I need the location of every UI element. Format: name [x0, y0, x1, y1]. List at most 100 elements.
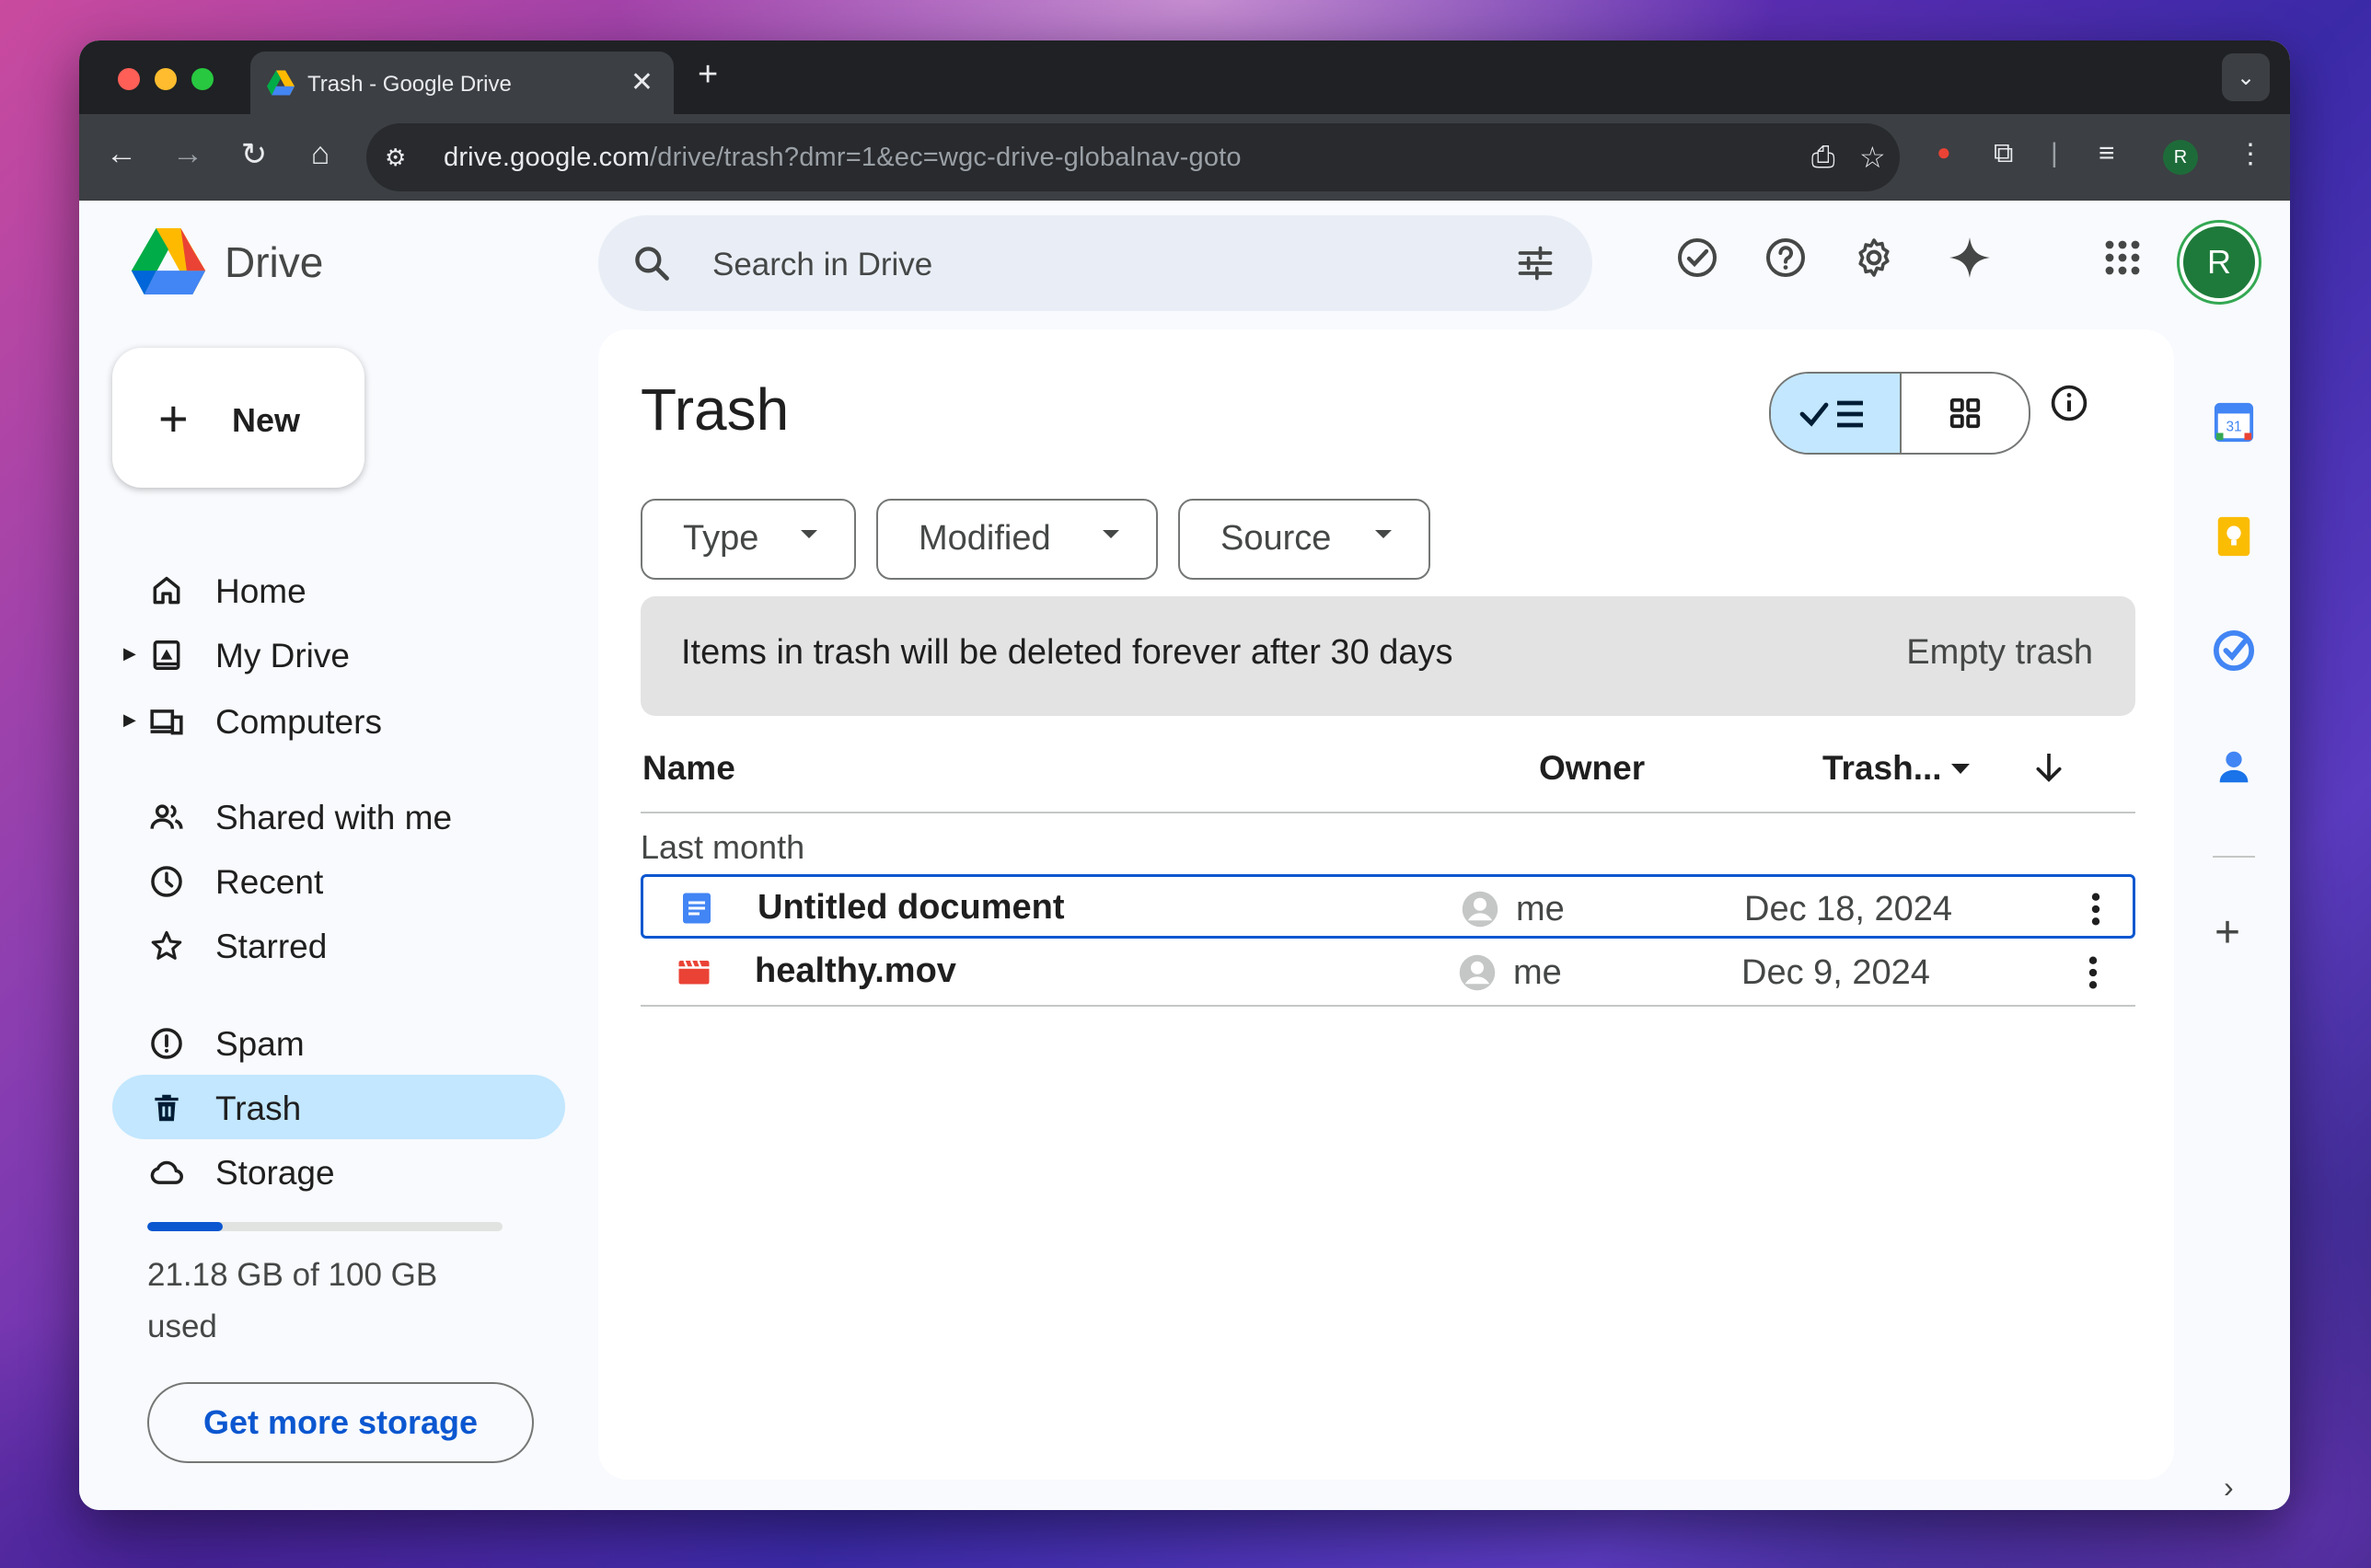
site-info-icon[interactable]: ⚙: [385, 144, 406, 172]
forward-icon[interactable]: →: [166, 136, 210, 172]
bookmark-star-icon[interactable]: ☆: [1859, 140, 1886, 175]
apps-grid-icon[interactable]: [2100, 236, 2145, 280]
sidebar-item-label: Trash: [215, 1090, 302, 1127]
computers-icon: [150, 709, 183, 735]
table-row[interactable]: Untitled document me Dec 18, 2024: [641, 874, 2135, 939]
type-filter-chip[interactable]: Type: [641, 499, 856, 580]
drive-brand[interactable]: Drive: [225, 237, 323, 287]
minimize-window-button[interactable]: [155, 68, 177, 90]
empty-trash-button[interactable]: Empty trash: [1906, 633, 2093, 673]
column-header-name[interactable]: Name: [642, 749, 735, 788]
help-icon[interactable]: [1764, 236, 1808, 280]
browser-menu-icon[interactable]: ⋮: [2237, 138, 2264, 170]
hide-side-panel-chevron-icon[interactable]: ›: [2224, 1470, 2234, 1505]
sidebar-item-starred[interactable]: Starred: [112, 913, 565, 977]
search-icon[interactable]: [631, 243, 672, 283]
install-app-icon[interactable]: ⎙: [1811, 140, 1835, 175]
address-bar[interactable]: ⚙ drive.google.com/drive/trash?dmr=1&ec=…: [366, 123, 1900, 191]
seo-extension-icon[interactable]: ●: [1937, 138, 1951, 167]
get-add-ons-plus-icon[interactable]: +: [2215, 907, 2240, 958]
settings-gear-icon[interactable]: [1852, 236, 1896, 280]
reload-icon[interactable]: ↻: [232, 136, 276, 173]
drive-app: Drive Search in Drive R + New Home ▶ My …: [79, 201, 2290, 1510]
search-bar[interactable]: Search in Drive: [598, 215, 1592, 311]
sort-direction-arrow-icon[interactable]: [2030, 749, 2067, 786]
sidebar-item-label: Starred: [215, 928, 328, 965]
tasks-icon[interactable]: [2213, 629, 2255, 672]
list-view-button[interactable]: [1771, 374, 1902, 453]
sidebar-item-trash[interactable]: Trash: [112, 1075, 565, 1139]
new-button[interactable]: + New: [112, 348, 364, 488]
trashed-date: Dec 9, 2024: [1741, 953, 1930, 992]
video-file-icon: [678, 960, 710, 985]
view-toggle: [1769, 372, 2030, 455]
extensions-icon[interactable]: ⧉: [1994, 138, 2013, 169]
banner-text: Items in trash will be deleted forever a…: [681, 633, 1453, 672]
sidebar-item-label: Computers: [215, 703, 382, 741]
sidebar-item-home[interactable]: Home: [112, 558, 565, 622]
tab-title: Trash - Google Drive: [307, 72, 512, 97]
storage-usage-text: 21.18 GB of 100 GB used: [147, 1257, 438, 1344]
sidebar-item-my-drive[interactable]: ▶ My Drive: [112, 622, 565, 686]
maximize-window-button[interactable]: [191, 68, 214, 90]
drive-logo-icon[interactable]: [131, 228, 206, 294]
sidebar-item-storage[interactable]: Storage: [112, 1139, 565, 1204]
get-more-storage-button[interactable]: Get more storage: [147, 1382, 534, 1463]
calendar-icon[interactable]: 31: [2213, 401, 2255, 444]
sidebar-item-recent[interactable]: Recent: [112, 848, 565, 913]
table-header-divider: [641, 812, 2135, 813]
expand-caret-icon[interactable]: ▶: [123, 710, 136, 730]
new-tab-button[interactable]: +: [698, 55, 718, 95]
media-control-icon[interactable]: ≡: [2099, 138, 2115, 169]
more-actions-icon[interactable]: [2090, 892, 2101, 927]
file-name[interactable]: healthy.mov: [755, 951, 956, 991]
sidebar-item-label: My Drive: [215, 637, 350, 674]
close-window-button[interactable]: [118, 68, 140, 90]
close-tab-icon[interactable]: ✕: [630, 66, 653, 98]
side-panel-divider: [2213, 856, 2255, 858]
table-row[interactable]: healthy.mov me Dec 9, 2024: [641, 940, 2135, 1007]
star-icon: [151, 930, 182, 960]
sidebar-item-computers[interactable]: ▶ Computers: [112, 688, 565, 753]
clock-icon: [151, 866, 182, 897]
sidebar-item-label: Spam: [215, 1025, 305, 1063]
modified-filter-chip[interactable]: Modified: [876, 499, 1158, 580]
sidebar-item-shared-with-me[interactable]: Shared with me: [112, 784, 565, 848]
file-name[interactable]: Untitled document: [758, 888, 1065, 928]
cloud-icon: [150, 1160, 183, 1184]
ready-for-offline-icon[interactable]: [1675, 236, 1719, 280]
column-header-trashed[interactable]: Trash...: [1822, 749, 1942, 788]
info-icon[interactable]: [2049, 383, 2089, 423]
browser-tab[interactable]: Trash - Google Drive ✕: [250, 52, 674, 114]
new-button-label: New: [232, 401, 301, 439]
checked-list-icon: [1799, 400, 1863, 428]
group-label: Last month: [641, 828, 805, 866]
sidebar-item-label: Storage: [215, 1154, 335, 1192]
search-options-icon[interactable]: [1515, 243, 1556, 283]
account-avatar[interactable]: R: [2183, 226, 2255, 298]
source-filter-chip[interactable]: Source: [1178, 499, 1430, 580]
toolbar-divider: |: [2051, 138, 2058, 168]
drive-favicon-icon: [267, 70, 295, 96]
chip-label: Modified: [919, 519, 1051, 558]
url-text[interactable]: drive.google.com/drive/trash?dmr=1&ec=wg…: [444, 143, 1242, 173]
more-actions-icon[interactable]: [2088, 955, 2099, 990]
contacts-icon[interactable]: [2213, 745, 2255, 788]
home-browser-icon[interactable]: ⌂: [298, 136, 342, 172]
dropdown-caret-icon: [1103, 530, 1119, 538]
gemini-spark-icon[interactable]: [1948, 236, 1992, 280]
browser-profile-avatar[interactable]: R: [2163, 140, 2198, 175]
column-menu-caret-icon[interactable]: [1951, 764, 1970, 774]
tab-search-button[interactable]: ⌄: [2222, 53, 2270, 101]
dropdown-caret-icon: [1375, 530, 1392, 538]
expand-caret-icon[interactable]: ▶: [123, 644, 136, 663]
sidebar-item-label: Recent: [215, 863, 324, 901]
back-icon[interactable]: ←: [99, 136, 144, 172]
column-header-owner[interactable]: Owner: [1539, 749, 1645, 788]
sidebar-item-spam[interactable]: Spam: [112, 1010, 565, 1075]
owner-text: me: [1513, 953, 1562, 992]
grid-view-button[interactable]: [1902, 374, 2029, 453]
keep-icon[interactable]: [2213, 515, 2255, 558]
page-title: Trash: [641, 376, 790, 443]
search-input[interactable]: Search in Drive: [712, 247, 932, 283]
